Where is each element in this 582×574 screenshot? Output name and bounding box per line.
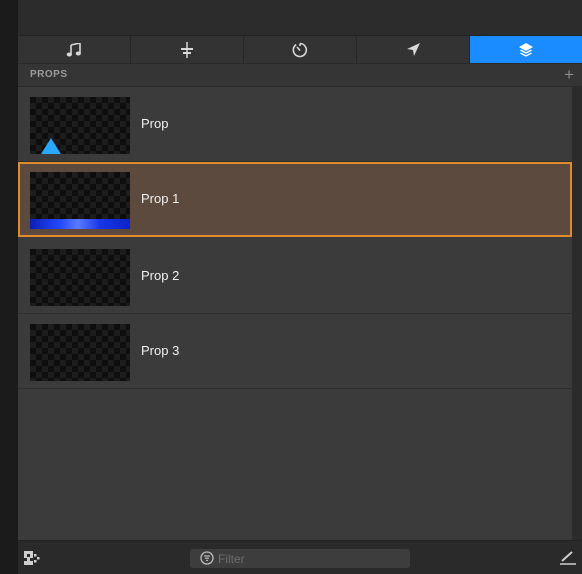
tab-navigate[interactable] [357, 36, 470, 63]
tab-align[interactable] [131, 36, 244, 63]
prop-label: Prop 3 [141, 343, 180, 358]
list-item-prop-3[interactable]: Prop 3 [18, 314, 572, 389]
checkerboard-icon[interactable] [24, 551, 40, 565]
timer-icon [292, 42, 308, 57]
edit-icon[interactable] [560, 551, 576, 565]
prop-label: Prop 2 [141, 268, 180, 283]
music-icon [66, 42, 81, 56]
props-list: Prop Prop 1 Prop 2 Prop 3 [18, 87, 572, 540]
props-section-header: PROPS + [18, 64, 582, 87]
bottom-toolbar [18, 540, 582, 574]
inspector-tabs [18, 36, 582, 64]
layers-icon [519, 42, 533, 57]
title-bar [18, 0, 582, 36]
props-panel: PROPS + Prop Prop 1 Prop 2 Prop 3 [18, 0, 582, 574]
align-icon [181, 41, 193, 58]
filter-field[interactable] [190, 549, 410, 568]
filter-input[interactable] [218, 549, 398, 568]
tab-audio[interactable] [18, 36, 131, 63]
prop-thumbnail [30, 249, 130, 306]
prop-label: Prop 1 [141, 191, 180, 206]
location-arrow-icon [406, 43, 420, 56]
list-item-prop[interactable]: Prop [18, 87, 572, 162]
list-item-prop-2[interactable]: Prop 2 [18, 239, 572, 314]
tab-props[interactable] [470, 36, 582, 63]
filter-icon [200, 551, 214, 565]
prop-thumbnail [30, 97, 130, 154]
prop-label: Prop [141, 116, 169, 131]
prop-thumbnail [30, 172, 130, 229]
list-scrollbar[interactable] [572, 87, 582, 540]
add-prop-button[interactable]: + [564, 65, 574, 85]
list-item-prop-1[interactable]: Prop 1 [18, 162, 572, 237]
section-title: PROPS [30, 69, 68, 80]
wave-shape [30, 219, 130, 229]
tab-timing[interactable] [244, 36, 357, 63]
triangle-shape [41, 138, 61, 154]
prop-thumbnail [30, 324, 130, 381]
